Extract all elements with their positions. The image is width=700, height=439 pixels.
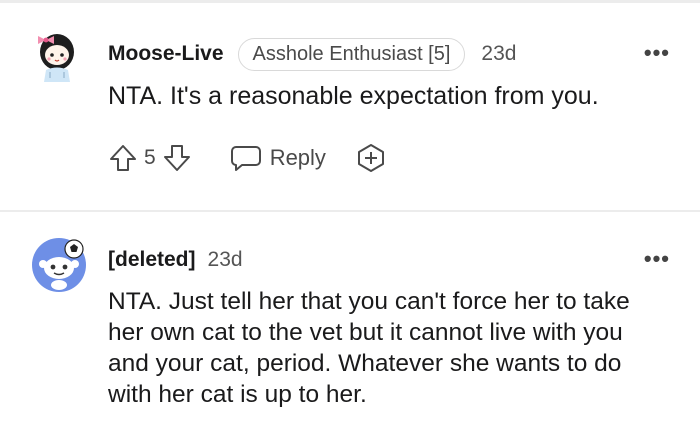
more-options-icon[interactable]: ••• [644,40,670,66]
award-icon[interactable] [356,143,386,173]
top-divider [0,0,700,3]
comment-meta: Moose-Live Asshole Enthusiast [5] 23d [108,36,516,72]
chat-bubble-icon [230,146,261,171]
comment-body: NTA. It's a reasonable expectation from … [108,82,599,110]
reply-label: Reply [269,145,326,170]
snoo-girl-avatar-icon [38,34,74,82]
more-options-icon[interactable]: ••• [644,246,670,272]
upvote-icon[interactable] [108,143,138,173]
timestamp: 23d [481,42,517,65]
vote-score: 5 [144,146,156,169]
comment-divider [0,210,700,212]
user-flair: Asshole Enthusiast [5] [237,37,466,71]
comment-body: NTA. Just tell her that you can't force … [108,288,630,408]
downvote-icon[interactable] [162,143,192,173]
comment-actions: 5 Reply [108,138,386,178]
comment-meta: [deleted] 23d [108,242,243,278]
reply-button[interactable]: Reply [230,144,326,172]
username[interactable]: Moose-Live [108,42,224,66]
username[interactable]: [deleted] [108,248,196,272]
timestamp: 23d [207,248,243,271]
user-avatar[interactable] [30,26,88,84]
default-snoo-avatar-icon [32,238,86,292]
user-avatar[interactable] [30,236,88,294]
